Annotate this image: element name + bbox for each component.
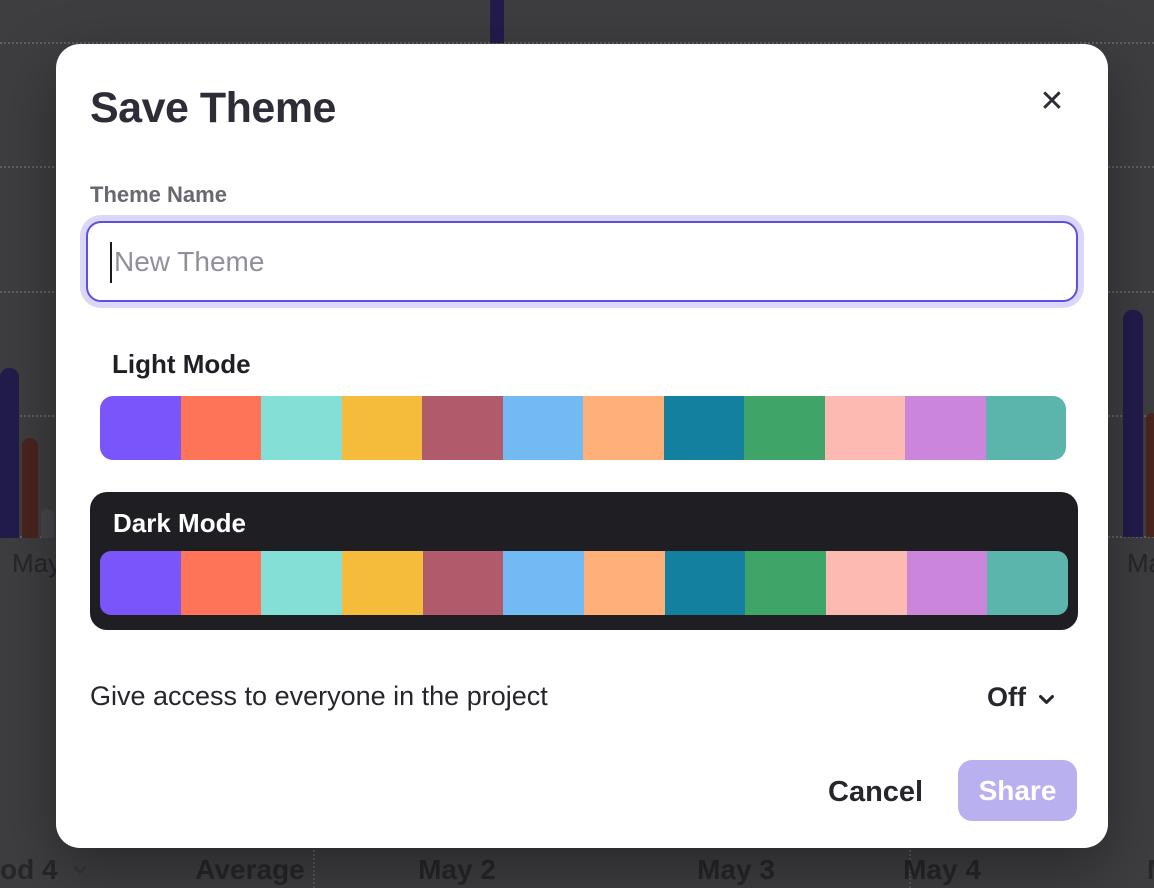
chart-bar	[1123, 310, 1143, 537]
palette-swatch	[261, 396, 342, 460]
theme-name-input-wrapper	[80, 215, 1084, 308]
chart-bar	[490, 0, 504, 43]
x-axis-label-ma: Ma	[1127, 548, 1154, 579]
palette-swatch	[664, 396, 745, 460]
column-header-partial: M	[1147, 854, 1154, 886]
column-header-may2: May 2	[418, 854, 496, 886]
close-icon: ✕	[1039, 87, 1064, 117]
dark-mode-card: Dark Mode	[90, 492, 1078, 630]
palette-swatch	[907, 551, 988, 615]
theme-name-field	[86, 221, 1078, 302]
palette-swatch	[665, 551, 746, 615]
chart-bar	[22, 438, 38, 538]
palette-swatch	[181, 551, 262, 615]
chevron-down-icon	[72, 862, 88, 878]
palette-swatch	[100, 396, 181, 460]
palette-swatch	[825, 396, 906, 460]
palette-swatch	[584, 551, 665, 615]
access-value: Off	[987, 682, 1026, 713]
column-header-may4: May 4	[903, 854, 981, 886]
access-label: Give access to everyone in the project	[90, 681, 548, 712]
palette-swatch	[423, 551, 504, 615]
period-dropdown-label: od 4	[0, 854, 58, 886]
close-button[interactable]: ✕	[1030, 80, 1074, 124]
x-axis-label-may: May	[12, 548, 61, 579]
palette-swatch	[986, 396, 1067, 460]
palette-swatch	[342, 396, 423, 460]
palette-swatch	[503, 551, 584, 615]
access-dropdown[interactable]: Off	[985, 678, 1058, 717]
palette-swatch	[745, 551, 826, 615]
palette-swatch	[261, 551, 342, 615]
dark-mode-palette	[100, 551, 1068, 615]
theme-name-label: Theme Name	[90, 182, 227, 208]
palette-swatch	[181, 396, 262, 460]
column-divider	[313, 846, 315, 888]
period-dropdown: od 4	[0, 854, 88, 886]
chart-bar	[0, 368, 19, 538]
palette-swatch	[100, 551, 181, 615]
column-header-average: Average	[195, 854, 304, 886]
palette-swatch	[744, 396, 825, 460]
column-header-may3: May 3	[697, 854, 775, 886]
theme-name-input[interactable]	[88, 223, 1076, 300]
palette-swatch	[422, 396, 503, 460]
palette-swatch	[987, 551, 1068, 615]
share-button[interactable]: Share	[958, 760, 1077, 821]
palette-swatch	[503, 396, 584, 460]
palette-swatch	[342, 551, 423, 615]
light-mode-label: Light Mode	[112, 349, 251, 380]
dialog-title: Save Theme	[90, 84, 336, 133]
cancel-button[interactable]: Cancel	[812, 766, 939, 819]
dark-mode-label: Dark Mode	[113, 508, 246, 539]
chart-bar	[1146, 413, 1154, 537]
chevron-down-icon	[1037, 690, 1056, 709]
light-mode-palette	[100, 396, 1066, 460]
palette-swatch	[826, 551, 907, 615]
dimmed-page-backdrop: May Ma od 4 Average May 2 May 3 May 4 M …	[0, 0, 1154, 888]
text-caret	[110, 242, 112, 283]
save-theme-dialog: Save Theme ✕ Theme Name Light Mode Dark …	[56, 44, 1108, 848]
palette-swatch	[905, 396, 986, 460]
palette-swatch	[583, 396, 664, 460]
chart-bar	[41, 509, 54, 538]
